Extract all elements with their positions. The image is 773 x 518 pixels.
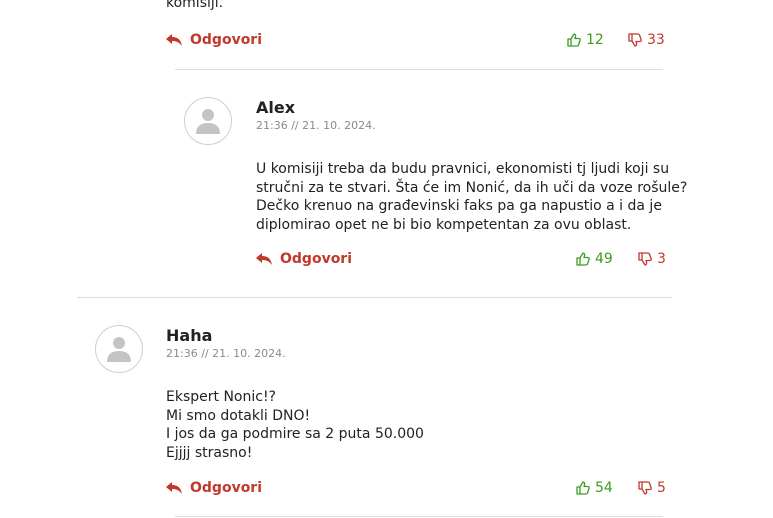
dislike-count: 33 [647, 32, 665, 48]
comment-author: Haha [166, 326, 213, 345]
divider [77, 297, 672, 298]
like-button[interactable]: 49 [576, 251, 613, 267]
comment-line: Dečko krenuo na građevinski faks pa ga n… [256, 198, 662, 214]
dislike-button[interactable]: 3 [638, 251, 666, 267]
reply-label: Odgovori [190, 480, 263, 496]
divider [175, 69, 663, 70]
thumbs-up-icon [576, 481, 590, 495]
like-button[interactable]: 54 [576, 480, 613, 496]
comment-line: I jos da ga podmire sa 2 puta 50.000 [166, 426, 424, 442]
comment-line: Ejjjj strasno! [166, 444, 253, 461]
comment-body: Ekspert Nonic!? Mi smo dotakli DNO! I jo… [166, 388, 424, 462]
thumbs-up-icon [576, 252, 590, 266]
comment-line: U komisiji treba da budu pravnici, ekono… [256, 161, 670, 177]
reply-label: Odgovori [190, 32, 263, 48]
comment-author: Alex [256, 98, 296, 117]
reply-label: Odgovori [280, 251, 353, 267]
like-count: 49 [595, 251, 613, 267]
comment-line: Ekspert Nonic!? [166, 389, 276, 405]
comment-text-fragment: komisiji. [166, 0, 224, 11]
reply-arrow-icon [166, 34, 182, 46]
reply-arrow-icon [256, 253, 272, 265]
like-count: 12 [586, 32, 604, 48]
avatar [184, 97, 232, 145]
thumbs-down-icon [638, 252, 652, 266]
dislike-count: 5 [657, 480, 666, 496]
dislike-count: 3 [657, 251, 666, 267]
comment-body: U komisiji treba da budu pravnici, ekono… [256, 160, 687, 234]
user-silhouette-icon [107, 337, 131, 362]
like-count: 54 [595, 480, 613, 496]
reply-button[interactable]: Odgovori [166, 32, 262, 48]
comment-line: diplomirao opet ne bi bio kompetentan za… [256, 216, 632, 233]
comment-line: stručni za te stvari. Šta će im Nonić, d… [256, 179, 688, 196]
comment-date: 21:36 // 21. 10. 2024. [256, 119, 376, 132]
thumbs-up-icon [567, 33, 581, 47]
dislike-button[interactable]: 5 [638, 480, 666, 496]
reply-arrow-icon [166, 482, 182, 494]
thumbs-down-icon [638, 481, 652, 495]
user-silhouette-icon [196, 109, 220, 134]
divider [175, 516, 663, 517]
reply-button[interactable]: Odgovori [166, 480, 262, 496]
avatar [95, 325, 143, 373]
like-button[interactable]: 12 [567, 32, 604, 48]
thumbs-down-icon [628, 33, 642, 47]
comment-date: 21:36 // 21. 10. 2024. [166, 347, 286, 360]
dislike-button[interactable]: 33 [628, 32, 665, 48]
reply-button[interactable]: Odgovori [256, 251, 352, 267]
comment-line: Mi smo dotakli DNO! [166, 407, 311, 424]
